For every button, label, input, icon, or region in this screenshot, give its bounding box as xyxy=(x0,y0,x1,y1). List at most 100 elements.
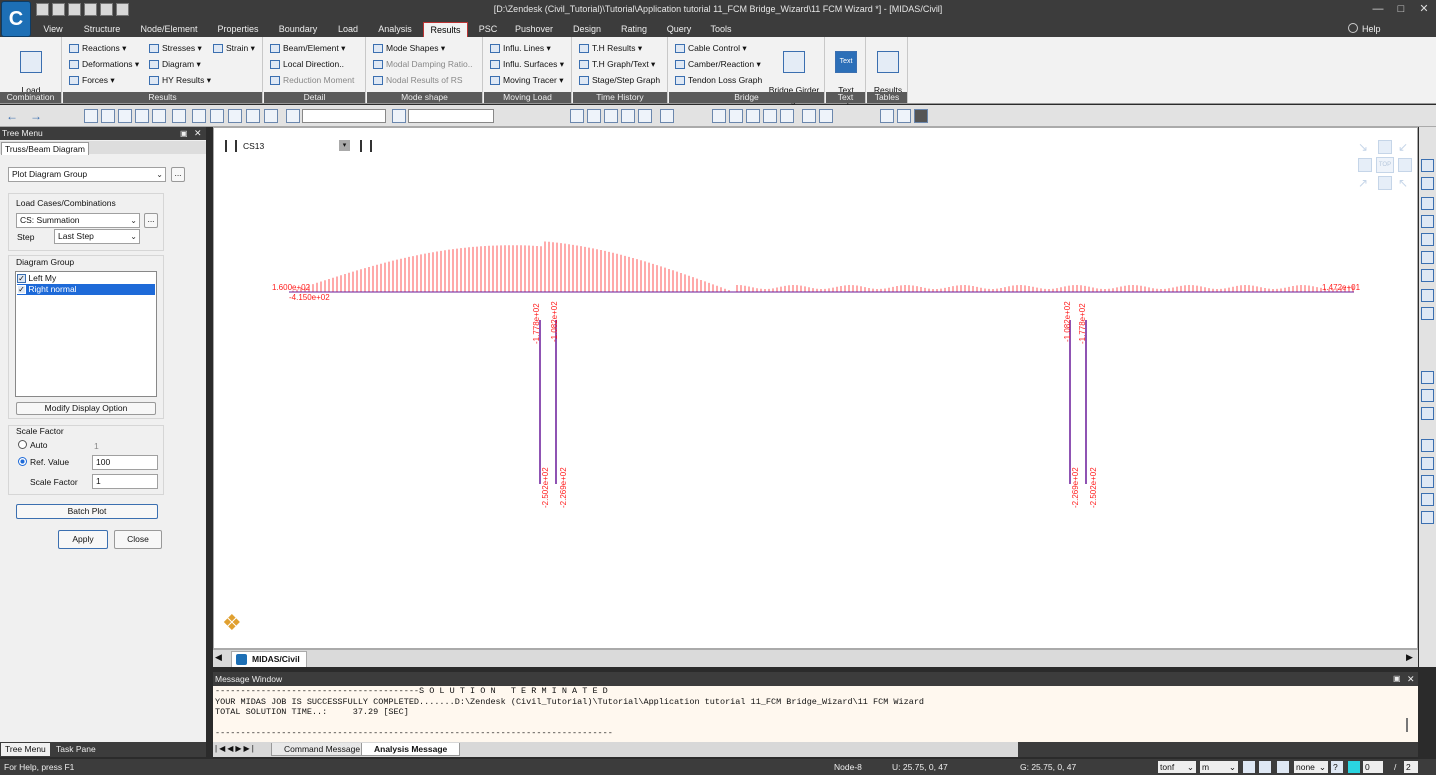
element-filter-dropdown[interactable] xyxy=(408,109,494,123)
select-previous-icon[interactable] xyxy=(210,109,224,123)
tab-truss-beam-diagram[interactable]: Truss/Beam Diagram xyxy=(1,142,89,155)
play-icon[interactable] xyxy=(1277,761,1289,773)
strain-button[interactable]: Strain ▾ xyxy=(213,43,255,54)
tab-analysis[interactable]: Analysis xyxy=(372,22,418,37)
local-direction-button[interactable]: Local Direction.. xyxy=(270,59,344,70)
iso-view-icon[interactable] xyxy=(1421,269,1434,282)
model-view-canvas[interactable]: CS13 ▾ ↘ ↙ TOP ↗ ↖ 1.600e+02 -4.150e+02 … xyxy=(213,127,1418,649)
select-plane-icon[interactable] xyxy=(152,109,166,123)
app-logo[interactable]: C xyxy=(1,1,31,37)
zoom-all-icon[interactable] xyxy=(1421,439,1434,452)
tab-query[interactable]: Query xyxy=(660,22,698,37)
pointer-filter-icon[interactable] xyxy=(392,109,406,123)
reactions-button[interactable]: Reactions ▾ xyxy=(69,43,126,54)
unselect-icon[interactable] xyxy=(192,109,206,123)
tab-structure[interactable]: Structure xyxy=(76,22,128,37)
stresses-button[interactable]: Stresses ▾ xyxy=(149,43,202,54)
tab-tools[interactable]: Tools xyxy=(704,22,738,37)
help-icon[interactable]: ? xyxy=(1331,761,1343,773)
plot-group-more-button[interactable]: ... xyxy=(171,167,185,182)
hidden-icon[interactable] xyxy=(712,109,726,123)
select-node-icon[interactable] xyxy=(246,109,260,123)
tab-boundary[interactable]: Boundary xyxy=(272,22,324,37)
batch-plot-button[interactable]: Batch Plot xyxy=(16,504,158,519)
reduction-moment-button[interactable]: Reduction Moment xyxy=(270,75,354,86)
tab-pushover[interactable]: Pushover xyxy=(510,22,558,37)
modal-damping-button[interactable]: Modal Damping Ratio.. xyxy=(373,59,472,70)
mode-shapes-button[interactable]: Mode Shapes ▾ xyxy=(373,43,445,54)
nodal-results-rs-button[interactable]: Nodal Results of RS xyxy=(373,75,463,86)
open-file-icon[interactable] xyxy=(52,3,65,16)
stage-step-graph-button[interactable]: Stage/Step Graph xyxy=(579,75,660,86)
tab-design[interactable]: Design xyxy=(566,22,608,37)
auto-radio[interactable] xyxy=(18,440,27,449)
redraw-icon[interactable] xyxy=(660,109,674,123)
zoom-plus-icon[interactable] xyxy=(1421,475,1434,488)
zoom-window-side-icon[interactable] xyxy=(1421,457,1434,470)
print-icon[interactable] xyxy=(116,3,129,16)
force-unit-dropdown[interactable]: tonf ⌄ xyxy=(1158,761,1196,773)
ref-value-input[interactable]: 100 xyxy=(92,455,158,470)
tendon-loss-graph-button[interactable]: Tendon Loss Graph xyxy=(675,75,762,86)
deformations-button[interactable]: Deformations ▾ xyxy=(69,59,139,70)
zoom-in-icon[interactable] xyxy=(1421,371,1434,384)
maximize-icon[interactable]: □ xyxy=(1393,3,1409,16)
tab-tree-menu[interactable]: Tree Menu xyxy=(1,743,50,756)
close-button[interactable]: Close xyxy=(114,530,162,549)
left-view-icon[interactable] xyxy=(1421,233,1434,246)
select-icon[interactable] xyxy=(84,109,98,123)
node-number-icon[interactable] xyxy=(802,109,816,123)
help-menu[interactable]: Help xyxy=(1362,24,1381,34)
tab-psc[interactable]: PSC xyxy=(474,22,502,37)
top-view-icon[interactable] xyxy=(1421,197,1434,210)
zoom-window-icon[interactable] xyxy=(587,109,601,123)
list-item-right-normal[interactable]: ✓ Right normal xyxy=(17,284,155,295)
unlock-icon[interactable] xyxy=(914,109,928,123)
length-unit-dropdown[interactable]: m ⌄ xyxy=(1200,761,1238,773)
message-scrollbar[interactable] xyxy=(1406,718,1414,732)
checkbox-right-normal[interactable]: ✓ xyxy=(17,285,26,295)
pan-view-icon[interactable] xyxy=(1421,407,1434,420)
rotate-icon[interactable] xyxy=(638,109,652,123)
checkbox-left-my[interactable]: ✓ xyxy=(17,274,26,284)
color-swatch[interactable] xyxy=(1348,761,1360,773)
load-case-dropdown[interactable]: CS: Summation ⌄ xyxy=(16,213,140,228)
tab-properties[interactable]: Properties xyxy=(210,22,266,37)
tab-rating[interactable]: Rating xyxy=(614,22,654,37)
th-results-button[interactable]: T.H Results ▾ xyxy=(579,43,642,54)
select-filter-dropdown[interactable] xyxy=(302,109,386,123)
page-input[interactable]: 0 xyxy=(1363,761,1383,773)
step-dropdown[interactable]: Last Step ⌄ xyxy=(54,229,140,244)
display-icon[interactable] xyxy=(763,109,777,123)
forces-button[interactable]: Forces ▾ xyxy=(69,75,115,86)
scale-factor-input[interactable]: 1 xyxy=(92,474,158,489)
save-as-icon[interactable] xyxy=(100,3,113,16)
bottom-view-icon[interactable] xyxy=(1421,215,1434,228)
list-item-left-my[interactable]: ✓ Left My xyxy=(17,273,155,284)
save-icon[interactable] xyxy=(84,3,97,16)
select-identity-icon[interactable] xyxy=(228,109,242,123)
message-tab-nav-icon[interactable]: |◀◀▶▶| xyxy=(215,744,256,753)
none-dropdown[interactable]: none ⌄ xyxy=(1294,761,1328,773)
back-view-icon[interactable] xyxy=(1421,177,1434,190)
undo-icon[interactable]: ← xyxy=(6,109,26,123)
apply-button[interactable]: Apply xyxy=(58,530,108,549)
display-option-icon[interactable] xyxy=(780,109,794,123)
zoom-minus-icon[interactable] xyxy=(1421,493,1434,506)
moving-tracer-button[interactable]: Moving Tracer ▾ xyxy=(490,75,564,86)
cable-control-button[interactable]: Cable Control ▾ xyxy=(675,43,747,54)
select-intersect-icon[interactable] xyxy=(135,109,149,123)
diagram-button[interactable]: Diagram ▾ xyxy=(149,59,201,70)
new-file-icon[interactable] xyxy=(36,3,49,16)
tab-analysis-message[interactable]: Analysis Message xyxy=(361,743,461,756)
scroll-left-icon[interactable]: ◀ xyxy=(215,652,222,663)
angle-view-icon[interactable] xyxy=(1421,289,1434,302)
element-number-icon[interactable] xyxy=(819,109,833,123)
tab-command-message[interactable]: Command Message xyxy=(271,743,374,756)
plot-diagram-group-dropdown[interactable]: Plot Diagram Group ⌄ xyxy=(8,167,166,182)
load-case-more-button[interactable]: ... xyxy=(144,213,158,228)
front-view-icon[interactable] xyxy=(1421,159,1434,172)
message-close-icon[interactable]: ✕ xyxy=(1407,672,1415,686)
pan-icon[interactable] xyxy=(604,109,618,123)
copy-icon[interactable] xyxy=(880,109,894,123)
